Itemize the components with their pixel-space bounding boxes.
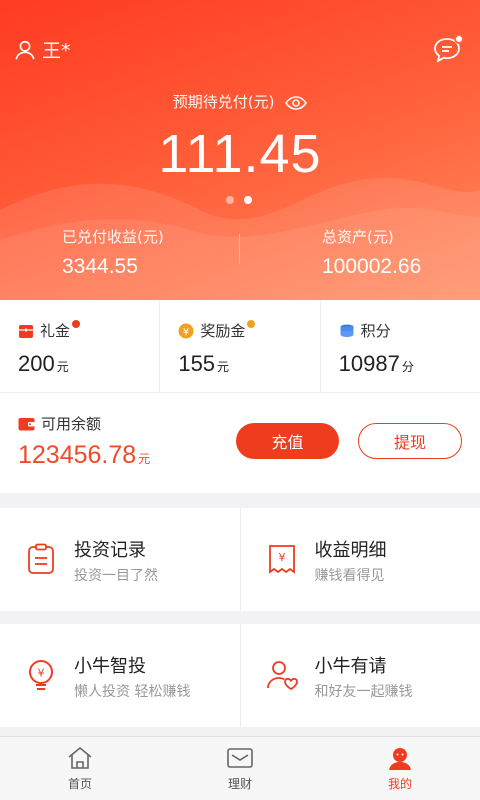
username: 王* — [42, 40, 71, 62]
carousel-dot[interactable] — [226, 196, 234, 204]
bottom-tab-bar: 首页 理财 我的 — [0, 736, 480, 800]
perk-points[interactable]: 积分 10987 分 — [321, 300, 480, 392]
carousel-dot-active[interactable] — [244, 196, 252, 204]
menu-item-invite-friends[interactable]: 小牛有请 和好友一起赚钱 — [241, 624, 480, 727]
menu-item-smart-invest[interactable]: ¥ 小牛智投 懒人投资 轻松赚钱 — [0, 624, 241, 727]
svg-text:¥: ¥ — [278, 551, 285, 564]
tab-label: 我的 — [387, 777, 412, 791]
pending-label: 预期待兑付(元) — [172, 93, 275, 111]
menu-item-title: 收益明细 — [314, 540, 387, 561]
svg-text:¥: ¥ — [38, 667, 45, 680]
total-assets-label: 总资产(元) — [322, 228, 394, 246]
pending-value: 111.45 — [158, 124, 322, 184]
perk-label: 奖励金 — [200, 322, 246, 340]
menu-row: 投资记录 投资一目了然 ¥ 收益明细 赚钱看得见 — [0, 508, 480, 611]
withdraw-button[interactable]: 提现 — [358, 423, 462, 459]
user-profile-link[interactable]: 王* — [14, 36, 71, 63]
svg-text:¥: ¥ — [183, 327, 189, 338]
perk-gift-money[interactable]: 礼金 200 元 — [0, 300, 161, 392]
paid-income-label: 已兑付收益(元) — [62, 228, 164, 246]
menu-item-income-details[interactable]: ¥ 收益明细 赚钱看得见 — [241, 508, 480, 611]
recharge-button[interactable]: 充值 — [236, 423, 339, 459]
balance-label: 可用余额 — [41, 415, 102, 433]
menu-item-investment-records[interactable]: 投资记录 投资一目了然 — [0, 508, 241, 611]
total-assets-stat[interactable]: 总资产(元) 100002.66 — [322, 226, 421, 279]
carousel-dots — [226, 196, 252, 204]
perk-label: 积分 — [360, 322, 391, 340]
stat-divider — [239, 234, 240, 264]
menu-item-title: 投资记录 — [74, 540, 146, 561]
balance-value: 123456.78 — [18, 441, 137, 469]
profile-icon — [389, 748, 411, 770]
user-icon — [15, 40, 35, 59]
new-badge-dot — [247, 319, 256, 328]
message-button[interactable] — [432, 34, 464, 64]
perk-unit: 元 — [217, 360, 230, 374]
balance-unit: 元 — [138, 452, 151, 466]
gift-icon — [19, 324, 33, 338]
unread-dot — [454, 34, 464, 44]
eye-icon[interactable] — [285, 95, 308, 110]
account-header: 王* 预期待兑付(元) 111.45 已兑付收益(元) 3344.55 总资产(… — [0, 0, 480, 300]
yen-receipt-icon: ¥ — [268, 545, 295, 574]
menu-item-title: 小牛智投 — [74, 656, 146, 677]
menu-row: ¥ 小牛智投 懒人投资 轻松赚钱 小牛有请 和好友一起赚钱 — [0, 624, 480, 727]
yen-coin-icon: ¥ — [178, 323, 194, 338]
perk-unit: 分 — [401, 360, 414, 374]
yen-bulb-icon: ¥ — [29, 660, 53, 690]
tab-profile[interactable]: 我的 — [320, 737, 480, 800]
invite-friend-icon — [266, 661, 298, 691]
available-balance-card: 可用余额 123456.78 元 充值 提现 — [0, 393, 480, 493]
tab-finance[interactable]: 理财 — [160, 737, 320, 800]
tab-home[interactable]: 首页 — [0, 737, 160, 800]
tab-label: 首页 — [67, 777, 92, 791]
perks-row: 礼金 200 元 ¥ 奖励金 155 元 积分 10987 分 — [0, 300, 480, 393]
perk-value: 10987 — [338, 351, 400, 376]
menu-item-subtitle: 和好友一起赚钱 — [314, 684, 413, 700]
tab-label: 理财 — [227, 777, 252, 791]
paid-income-value: 3344.55 — [62, 255, 138, 278]
coins-stack-icon — [340, 324, 354, 337]
menu-item-subtitle: 赚钱看得见 — [314, 568, 385, 584]
menu-item-subtitle: 投资一目了然 — [74, 568, 158, 584]
total-assets-value: 100002.66 — [322, 255, 422, 278]
clipboard-icon — [28, 543, 54, 574]
home-icon — [68, 746, 92, 769]
menu-item-subtitle: 懒人投资 轻松赚钱 — [74, 684, 191, 700]
paid-income-stat[interactable]: 已兑付收益(元) 3344.55 — [62, 226, 164, 279]
perk-label: 礼金 — [40, 322, 71, 340]
perk-value: 155 — [178, 351, 216, 376]
pending-label-row: 预期待兑付(元) — [0, 91, 480, 112]
perk-unit: 元 — [56, 360, 69, 374]
wallet-icon — [18, 418, 35, 431]
finance-icon — [227, 748, 253, 768]
menu-item-title: 小牛有请 — [314, 656, 387, 677]
new-badge-dot — [72, 319, 81, 328]
perk-value: 200 — [18, 351, 55, 376]
perk-reward[interactable]: ¥ 奖励金 155 元 — [160, 300, 321, 392]
